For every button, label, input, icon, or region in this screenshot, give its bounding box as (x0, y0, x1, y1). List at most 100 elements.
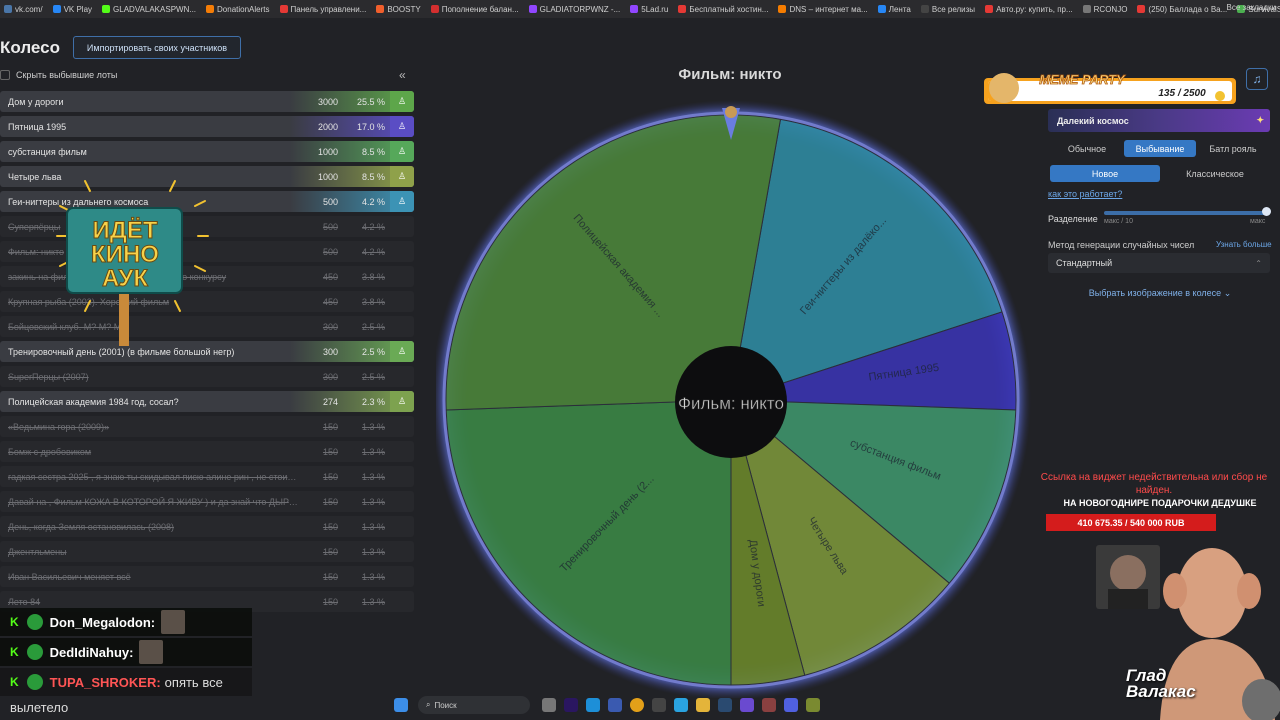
chrome-icon[interactable] (630, 698, 644, 712)
lot-row[interactable]: ♙ Пятница 1995 2000 17.0 % (0, 116, 414, 137)
checkbox-icon[interactable] (0, 70, 10, 80)
bookmark-item[interactable]: GLADIATORPWNZ -... (525, 5, 620, 14)
mode-normal-button[interactable]: Обычное (1050, 140, 1124, 157)
mode-battle-royale-button[interactable]: Батл рояль (1196, 140, 1270, 157)
lot-amount: 150 (322, 446, 338, 457)
lot-color-icon[interactable]: ♙ (390, 91, 414, 112)
lot-color-icon[interactable]: ♙ (390, 141, 414, 162)
lot-row[interactable]: ♙ Полицейская академия 1984 год, сосал? 27… (0, 391, 414, 412)
discord-icon[interactable] (608, 698, 622, 712)
bookmark-label: Лента (888, 4, 911, 14)
hide-eliminated-toggle[interactable]: Скрыть выбывшие лоты (0, 70, 117, 80)
telegram-icon[interactable] (674, 698, 688, 712)
bookmark-label: RCONJO (1093, 4, 1128, 14)
lot-amount: 2000 (317, 121, 338, 132)
bookmark-item[interactable]: Лента (874, 5, 911, 14)
edge-icon[interactable] (586, 698, 600, 712)
music-icon[interactable]: ♫ (1246, 68, 1268, 90)
steam-icon[interactable] (718, 698, 732, 712)
bookmark-item[interactable]: DonationAlerts (202, 5, 270, 14)
lot-row[interactable]: Иван Васильевич меняет всё 150 1.3 % (0, 566, 414, 587)
lot-name: субстанция фильм (8, 146, 87, 157)
split-min-label: макс / 10 (1104, 218, 1133, 225)
bookmark-favicon-icon (630, 5, 639, 13)
bookmark-item[interactable]: Все релизы (917, 5, 975, 14)
chevron-updown-icon: ⌃ (1255, 258, 1262, 268)
lot-name: гадкая сестра 2025 , я знаю ты скидывал … (8, 471, 300, 482)
obs-icon[interactable] (652, 698, 666, 712)
bookmark-item[interactable]: 5Lad.ru (626, 5, 668, 14)
app-icon-3[interactable] (784, 698, 798, 712)
chat-badge-icon (26, 614, 43, 630)
theme-label: Далекий космос (1057, 115, 1129, 126)
folder-icon[interactable] (696, 698, 710, 712)
choose-wheel-image-button[interactable]: Выбрать изображение в колесе ⌄ (1060, 288, 1260, 299)
lot-color-icon[interactable]: ♙ (390, 116, 414, 137)
task-view-icon[interactable] (542, 698, 556, 712)
bookmark-item[interactable]: Авто.ру: купить, пр... (981, 5, 1073, 14)
lot-row[interactable]: ♙ субстанция фильм 1000 8.5 % (0, 141, 414, 162)
lot-percent: 2.5 % (361, 371, 385, 382)
lot-name: Тренировочный день (2001) (в фильме боль… (8, 346, 235, 357)
donation-goal-title: НА НОВОГОДНИРЕ ПОДАРОЧКИ ДЕДУШКЕ (1063, 498, 1257, 508)
lot-row[interactable]: День, когда Земля остановилась (2008) 150… (0, 516, 414, 537)
lot-amount: 500 (322, 196, 338, 207)
prize-wheel[interactable]: Геи-нигтеры из далёко...Пятница 1995субс… (436, 98, 1036, 698)
split-slider-handle[interactable] (1262, 207, 1271, 216)
rng-select[interactable]: Стандартный ⌃ (1048, 253, 1270, 273)
windows-start-icon[interactable] (394, 698, 408, 712)
lot-color-icon[interactable]: ♙ (390, 166, 414, 187)
bookmark-item[interactable]: (250) Баллада о Ва... (1133, 5, 1227, 14)
lot-color-icon[interactable]: ♙ (390, 391, 414, 412)
bookmark-item[interactable]: VK Play (49, 5, 92, 14)
how-it-works-link[interactable]: как это работает? (1048, 189, 1122, 199)
sign-line-1: ИДЁТ (92, 217, 157, 244)
bookmarks-bar: vk.com/VK Play GLADVALAKASPWN... DonationA… (0, 0, 1280, 18)
lot-name: Лето 84 (8, 596, 41, 607)
bookmark-item[interactable]: RCONJO (1079, 4, 1128, 14)
lot-row[interactable]: Джентльмены 150 1.3 % (0, 541, 414, 562)
bookmark-label: Авто.ру: купить, пр... (996, 4, 1073, 14)
premiere-icon[interactable] (564, 698, 578, 712)
lot-amount: 150 (322, 546, 338, 557)
lot-row[interactable]: Давай на , Фильм КОЖА В КОТОРОЙ Я ЖИВУ )… (0, 491, 414, 512)
split-slider[interactable] (1104, 211, 1266, 215)
bookmark-favicon-icon (52, 5, 61, 13)
bookmark-item[interactable]: Пополнение балан... (427, 5, 519, 14)
lot-percent: 2.3 % (361, 396, 385, 407)
lot-name: Бомж с дробовиком (8, 446, 92, 457)
theme-select[interactable]: Далекий космос ✦ (1048, 109, 1270, 132)
bookmark-item[interactable]: Бесплатный хостин... (674, 5, 768, 14)
app-icon[interactable] (740, 698, 754, 712)
bookmark-item[interactable]: BOOSTY (372, 4, 421, 14)
bookmark-favicon-icon (1082, 5, 1091, 13)
taskbar-search[interactable]: ⌕ Поиск (418, 696, 530, 714)
lot-percent: 1.3 % (361, 496, 385, 507)
lot-amount: 450 (322, 296, 338, 307)
mode-elimination-button[interactable]: Выбывание (1124, 140, 1196, 157)
lot-color-icon[interactable]: ♙ (390, 341, 414, 362)
lot-percent: 4.2 % (361, 221, 385, 232)
lot-row[interactable]: Бомж с дробовиком 150 1.3 % (0, 441, 414, 462)
bookmark-label: Панель управлени... (290, 4, 367, 14)
lot-row[interactable]: «Ведьмина гора (2009)» 150 1.3 % (0, 416, 414, 437)
lot-name: День, когда Земля остановилась (2008) (8, 521, 174, 532)
app-icon-4[interactable] (806, 698, 820, 712)
bookmark-item[interactable]: GLADVALAKASPWN... (98, 5, 196, 14)
lot-row[interactable]: SuperПерцы (2007) 300 2.5 % (0, 366, 414, 387)
lot-row[interactable]: гадкая сестра 2025 , я знаю ты скидывал … (0, 466, 414, 487)
bookmark-label: BOOSTY (387, 4, 421, 14)
bookmark-item[interactable]: vk.com/ (0, 5, 43, 14)
lot-row[interactable]: ♙ Дом у дороги 3000 25.5 % (0, 91, 414, 112)
lot-color-icon[interactable]: ♙ (390, 191, 414, 212)
bookmark-item[interactable]: DNS – интернет ма... (774, 5, 868, 14)
order-new-button[interactable]: Новое (1050, 165, 1160, 182)
bookmark-item[interactable]: Панель управлени... (276, 4, 367, 14)
all-bookmarks[interactable]: Все закладки (1227, 3, 1276, 12)
rng-learn-more-link[interactable]: Узнать больше (1216, 240, 1272, 249)
order-classic-button[interactable]: Классическое (1160, 165, 1270, 182)
import-participants-button[interactable]: Импортировать своих участников (73, 36, 241, 59)
chat-username: TUPA_SHROKER: (49, 674, 161, 690)
collapse-icon[interactable]: « (399, 68, 406, 82)
app-icon-2[interactable] (762, 698, 776, 712)
